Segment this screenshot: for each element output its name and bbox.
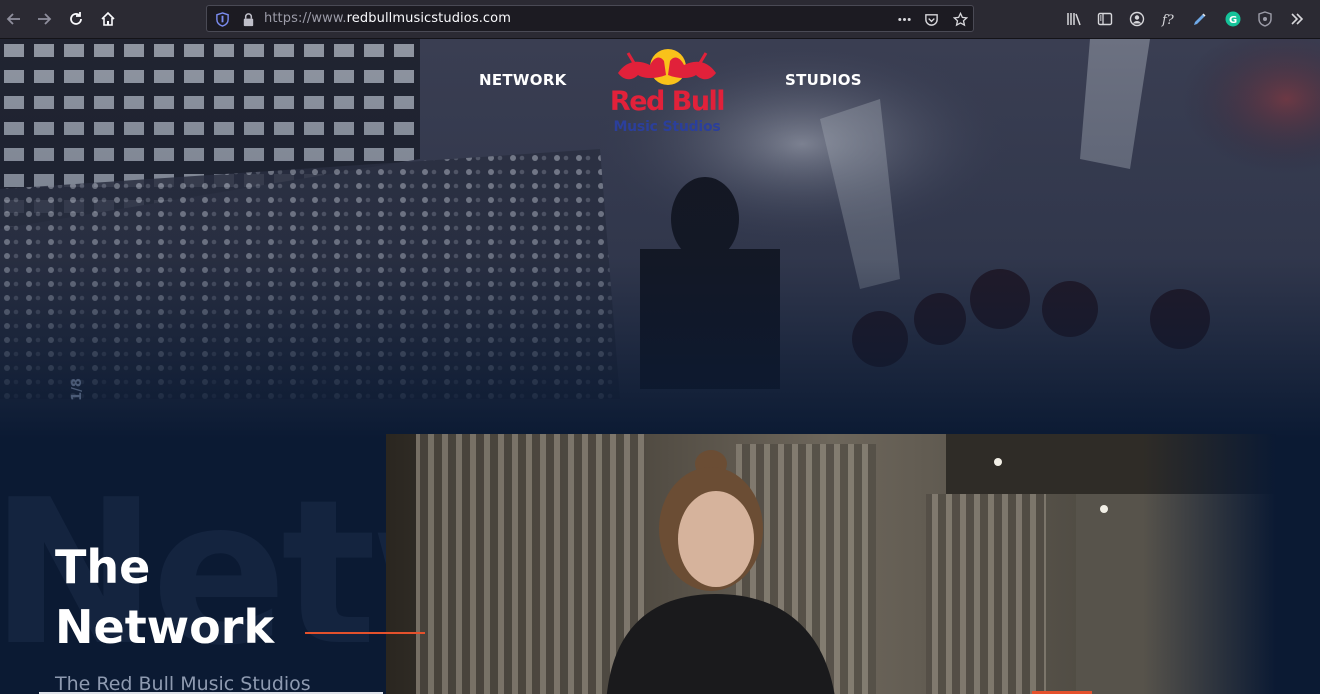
nav-studios-link[interactable]: STUDIOS [785,71,862,89]
pocket-icon[interactable] [923,11,939,27]
slide-counter: 1/8 [69,378,85,401]
section-title: The Network [55,537,274,657]
reload-icon[interactable] [64,7,88,31]
grammarly-icon[interactable]: G [1221,7,1245,31]
section-subtitle: The Red Bull Music Studios [55,673,311,694]
url-bar[interactable]: https://www.redbullmusicstudios.com [206,5,974,32]
logo-wordmark: Red Bull [609,86,726,117]
title-accent-line [305,632,425,634]
more-dots-icon[interactable] [896,11,912,27]
lock-icon[interactable] [240,11,256,27]
red-bull-music-studios-logo[interactable]: Red Bull Music Studios [604,45,730,141]
library-icon[interactable] [1062,7,1086,31]
shield-icon[interactable] [214,11,230,27]
pen-extension-icon[interactable] [1188,7,1212,31]
url-prefix: https://www. [264,11,347,26]
page: NETWORK STUDIOS Red Bull Music Studios 1… [0,39,1320,694]
section-title-line1: The [55,540,151,594]
featured-studio-photo [386,434,1276,694]
home-icon[interactable] [96,7,120,31]
browser-toolbar: https://www.redbullmusicstudios.com f? G [0,0,1320,39]
url-domain: redbullmusicstudios.com [346,11,511,26]
url-text[interactable]: https://www.redbullmusicstudios.com [264,11,511,26]
svg-text:f?: f? [1161,13,1175,27]
account-icon[interactable] [1125,7,1149,31]
font-extension-icon[interactable]: f? [1157,7,1181,31]
privacy-badger-icon[interactable] [1253,7,1277,31]
forward-arrow-icon[interactable] [32,7,56,31]
section-title-line2: Network [55,600,275,654]
star-icon[interactable] [952,11,968,27]
grammarly-letter: G [1229,15,1237,26]
back-arrow-icon[interactable] [2,7,26,31]
sidebar-icon[interactable] [1093,7,1117,31]
nav-network-link[interactable]: NETWORK [479,71,567,89]
logo-subtitle: Music Studios [613,119,721,135]
overflow-chevron-icon[interactable] [1285,7,1309,31]
